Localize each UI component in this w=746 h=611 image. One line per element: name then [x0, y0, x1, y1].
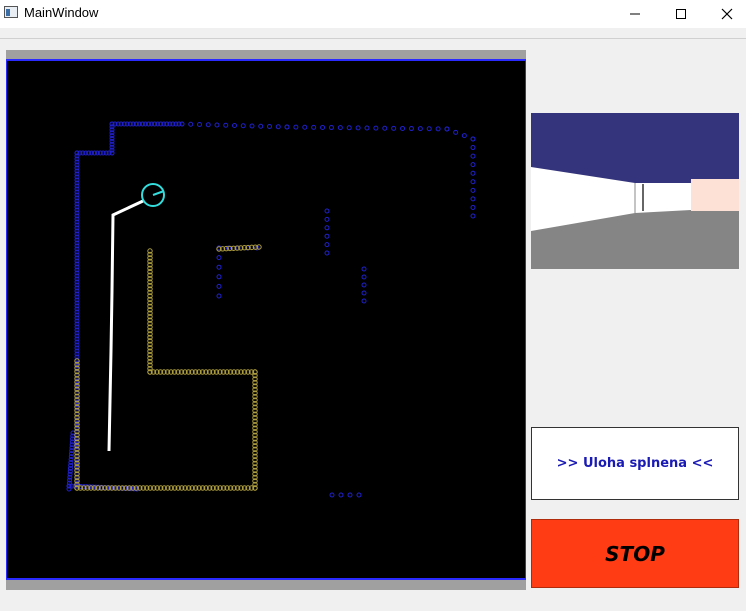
scan-point: [470, 204, 476, 210]
scan-point: [417, 126, 423, 132]
scan-point: [391, 125, 397, 131]
scan-point: [216, 293, 222, 299]
scan-point: [470, 136, 476, 142]
scan-point: [205, 122, 211, 128]
scan-point: [284, 124, 290, 130]
scan-point: [249, 123, 255, 129]
status-message: >> Uloha splnena <<: [556, 456, 714, 471]
scan-point: [453, 129, 459, 135]
scan-point: [470, 179, 476, 185]
scan-point: [470, 145, 476, 151]
map-frame: [6, 50, 526, 590]
scan-point: [355, 125, 361, 131]
scan-point: [470, 162, 476, 168]
scan-point: [426, 126, 432, 132]
scan-point: [361, 298, 367, 304]
window-title: MainWindow: [24, 5, 99, 20]
scan-point: [214, 122, 220, 128]
close-button[interactable]: [704, 0, 746, 28]
scan-point: [293, 124, 299, 130]
minimize-button[interactable]: [612, 0, 658, 28]
scan-point: [470, 187, 476, 193]
scan-point: [329, 492, 335, 498]
scan-point: [240, 123, 246, 129]
maximize-icon: [676, 9, 686, 19]
scan-point: [324, 216, 330, 222]
scan-point: [470, 213, 476, 219]
scan-point: [338, 492, 344, 498]
map-svg: [66, 121, 476, 498]
scan-point: [320, 124, 326, 130]
scan-point: [346, 125, 352, 131]
map-canvas[interactable]: [6, 59, 526, 580]
scan-point: [324, 225, 330, 231]
scan-point: [337, 125, 343, 131]
scan-point: [373, 125, 379, 131]
scan-point: [197, 122, 202, 127]
robot-marker: [141, 183, 165, 207]
sensed-points: [74, 244, 262, 491]
minimize-icon: [630, 13, 640, 15]
scan-point: [302, 124, 308, 130]
scan-point: [216, 283, 222, 289]
scan-point: [328, 125, 334, 131]
scan-point: [470, 153, 476, 159]
maximize-button[interactable]: [658, 0, 704, 28]
scan-point: [408, 126, 414, 132]
scan-point: [324, 233, 330, 239]
stop-button[interactable]: STOP: [531, 519, 739, 588]
scan-point: [324, 208, 330, 214]
scan-point: [324, 242, 330, 248]
scan-point: [311, 124, 317, 130]
wall-points: [66, 121, 476, 498]
scan-point: [267, 124, 272, 129]
status-panel: >> Uloha splnena <<: [531, 427, 739, 500]
scan-point: [361, 282, 367, 288]
scan-point: [382, 125, 388, 131]
scan-point: [324, 250, 330, 256]
scan-point: [188, 121, 194, 127]
scan-point: [216, 255, 222, 261]
scan-point: [216, 264, 222, 270]
scan-point: [275, 124, 281, 130]
camera-view: [531, 113, 739, 269]
scan-point: [364, 125, 370, 131]
scan-point: [400, 125, 406, 131]
scan-point: [461, 133, 467, 139]
scan-point: [223, 122, 229, 128]
close-icon: [721, 8, 733, 20]
scan-point: [444, 126, 450, 132]
app-icon: [4, 6, 18, 18]
scan-point: [361, 290, 367, 296]
scan-point: [356, 492, 362, 498]
scan-point: [232, 123, 237, 128]
stop-label: STOP: [605, 541, 665, 566]
title-bar: MainWindow: [0, 0, 746, 28]
scan-point: [216, 274, 222, 280]
robot-trajectory: [107, 199, 144, 452]
scan-point: [258, 123, 264, 129]
menu-separator: [0, 38, 746, 39]
scan-point: [470, 196, 476, 202]
scan-point: [347, 492, 353, 498]
scan-point: [361, 266, 367, 272]
scan-point: [361, 274, 367, 280]
scan-point: [435, 126, 441, 132]
scan-point: [470, 170, 476, 176]
